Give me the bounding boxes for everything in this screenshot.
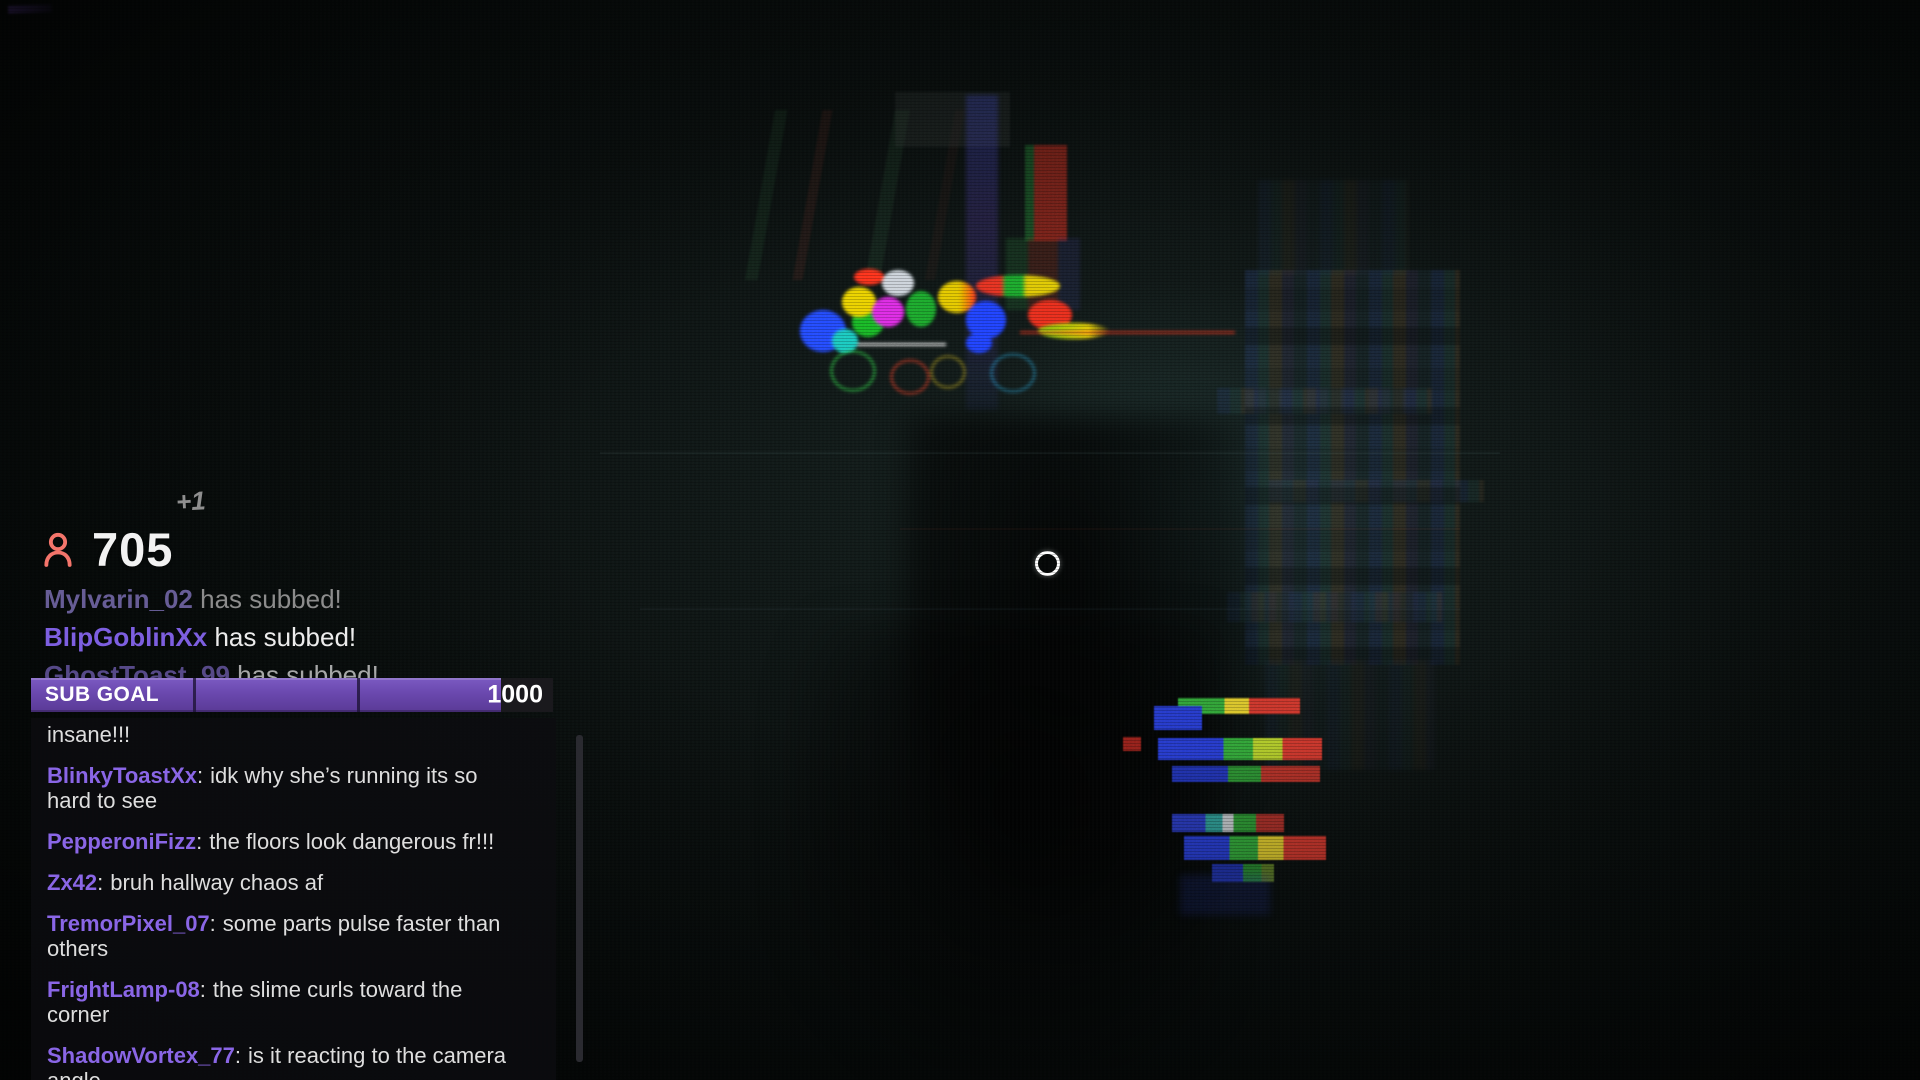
- chat-panel[interactable]: insane!!! BlinkyToastXx:idk why she’s ru…: [31, 718, 556, 1080]
- chat-text: the floors look dangerous fr!!!: [209, 829, 494, 854]
- chat-separator: :: [196, 829, 202, 854]
- chat-separator: :: [210, 911, 216, 936]
- chat-username: ShadowVortex_77: [47, 1043, 235, 1068]
- chat-scrollbar[interactable]: [576, 735, 583, 1062]
- chat-message: PepperoniFizz: the floors look dangerous …: [47, 829, 511, 854]
- notification-username: Mylvarin_02: [44, 584, 193, 614]
- chat-username: TremorPixel_07: [47, 911, 210, 936]
- chat-username: PepperoniFizz: [47, 829, 196, 854]
- stream-screen: +1 705 Mylvarin_02 has subbed! BlipGobli…: [0, 0, 1920, 1080]
- chat-separator: :: [197, 763, 203, 788]
- person-icon: [38, 530, 78, 570]
- sub-goal-label: SUB GOAL: [45, 683, 159, 707]
- chat-message-list: insane!!! BlinkyToastXx:idk why she’s ru…: [31, 718, 556, 1080]
- chat-username: BlinkyToastXx: [47, 763, 197, 788]
- chat-message: ShadowVortex_77:is it reacting to the ca…: [47, 1043, 511, 1080]
- chat-messages: BlinkyToastXx:idk why she’s running its …: [47, 763, 511, 1080]
- sub-notification: Mylvarin_02 has subbed!: [44, 584, 379, 614]
- viewer-delta: +1: [175, 485, 206, 518]
- chat-separator: :: [200, 977, 206, 1002]
- chat-username: Zx42: [47, 870, 97, 895]
- chat-message: FrightLamp-08:the slime curls toward the…: [47, 977, 511, 1027]
- viewer-count: 705: [92, 522, 173, 577]
- chat-separator: :: [97, 870, 103, 895]
- sub-goal-bar: SUB GOAL 1000: [31, 678, 553, 712]
- segment-divider: [357, 678, 360, 712]
- chat-message: BlinkyToastXx:idk why she’s running its …: [47, 763, 511, 813]
- sub-goal-target: 1000: [487, 681, 543, 710]
- segment-divider: [193, 678, 196, 712]
- sub-notification: BlipGoblinXx has subbed!: [44, 622, 379, 652]
- notification-text: has subbed!: [214, 622, 356, 652]
- chat-message: TremorPixel_07:some parts pulse faster t…: [47, 911, 511, 961]
- chat-text: bruh hallway chaos af: [110, 870, 323, 895]
- chat-message-clipped: insane!!!: [47, 722, 511, 747]
- notification-text: has subbed!: [200, 584, 342, 614]
- chat-username: FrightLamp-08: [47, 977, 200, 1002]
- notification-username: BlipGoblinXx: [44, 622, 207, 652]
- chat-message: Zx42: bruh hallway chaos af: [47, 870, 511, 895]
- viewer-count-widget: 705: [38, 522, 173, 577]
- chat-separator: :: [235, 1043, 241, 1068]
